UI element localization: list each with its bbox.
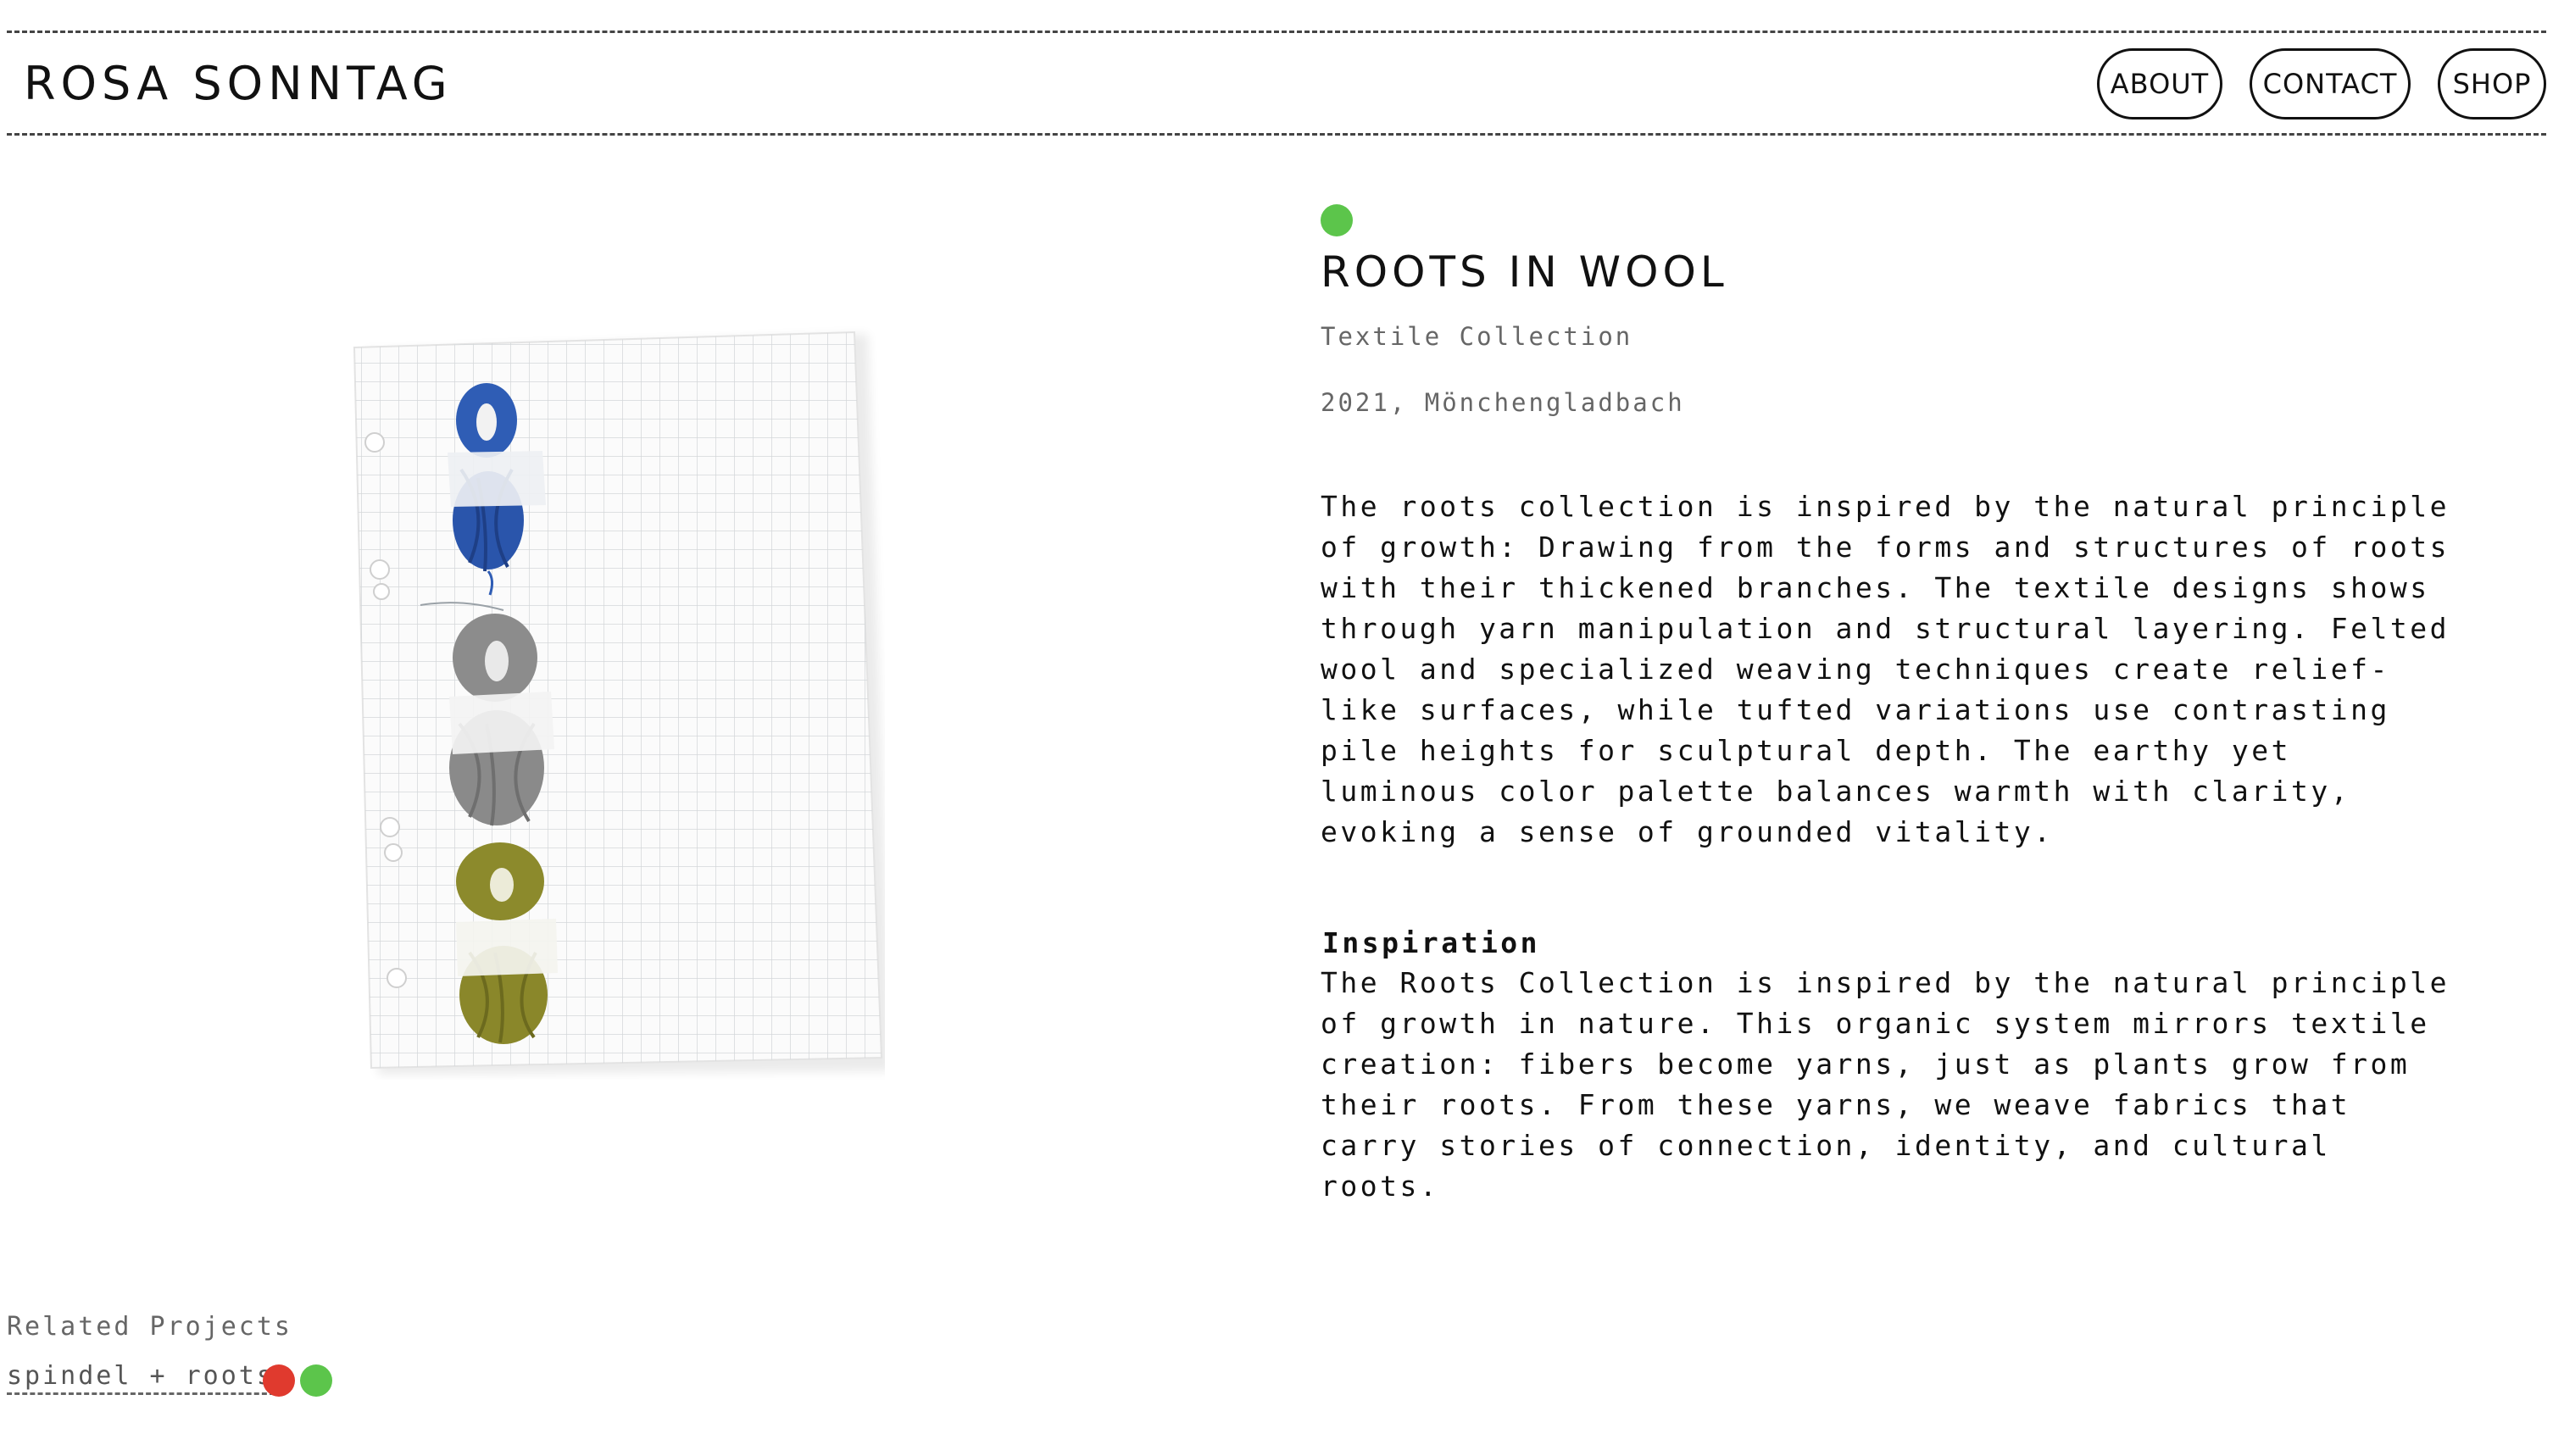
nav-shop-button[interactable]: SHOP (2438, 48, 2546, 119)
inspiration-line: of growth in nature. This organic system… (1321, 1007, 2430, 1040)
site-logo[interactable]: ROSA SONNTAG (24, 57, 453, 110)
main-nav: ABOUT CONTACT SHOP (2097, 48, 2546, 119)
description-line: through yarn manipulation and structural… (1321, 612, 2450, 645)
olive-yarn-sample (456, 842, 558, 1044)
nav-about-button[interactable]: ABOUT (2097, 48, 2222, 119)
related-projects-label: Related Projects (7, 1312, 292, 1342)
description-line: wool and specialized weaving techniques … (1321, 653, 2390, 686)
inspiration-heading: Inspiration (1322, 926, 1541, 959)
inspiration-line: carry stories of connection, identity, a… (1321, 1129, 2331, 1162)
related-tag-red-dot (263, 1364, 295, 1397)
description-line: evoking a sense of grounded vitality. (1321, 815, 2054, 848)
yarn-samples-photo (353, 331, 885, 1075)
nav-contact-button[interactable]: CONTACT (2250, 48, 2411, 119)
inspiration-line: roots. (1321, 1170, 1440, 1203)
related-project-link[interactable]: spindel + roots (7, 1361, 275, 1395)
inspiration-line: The Roots Collection is inspired by the … (1321, 966, 2450, 999)
project-image (342, 325, 885, 1080)
description-line: pile heights for sculptural depth. The e… (1321, 734, 2292, 767)
inspiration-line: their roots. From these yarns, we weave … (1321, 1088, 2351, 1121)
description-line: luminous color palette balances warmth w… (1321, 775, 2351, 808)
project-subtitle: Textile Collection (1321, 322, 1633, 351)
description-line: The roots collection is inspired by the … (1321, 490, 2450, 523)
description-line: like surfaces, while tufted variations u… (1321, 693, 2390, 726)
site-header: ROSA SONNTAG ABOUT CONTACT SHOP (7, 31, 2546, 136)
project-status-dot (1321, 204, 1353, 236)
description-line: of growth: Drawing from the forms and st… (1321, 531, 2450, 564)
project-title: ROOTS IN WOOL (1321, 247, 1728, 297)
project-meta: 2021, Mönchengladbach (1321, 388, 1685, 417)
related-tag-green-dot (300, 1364, 332, 1397)
inspiration-line: creation: fibers become yarns, just as p… (1321, 1048, 2411, 1081)
description-line: with their thickened branches. The texti… (1321, 571, 2430, 604)
